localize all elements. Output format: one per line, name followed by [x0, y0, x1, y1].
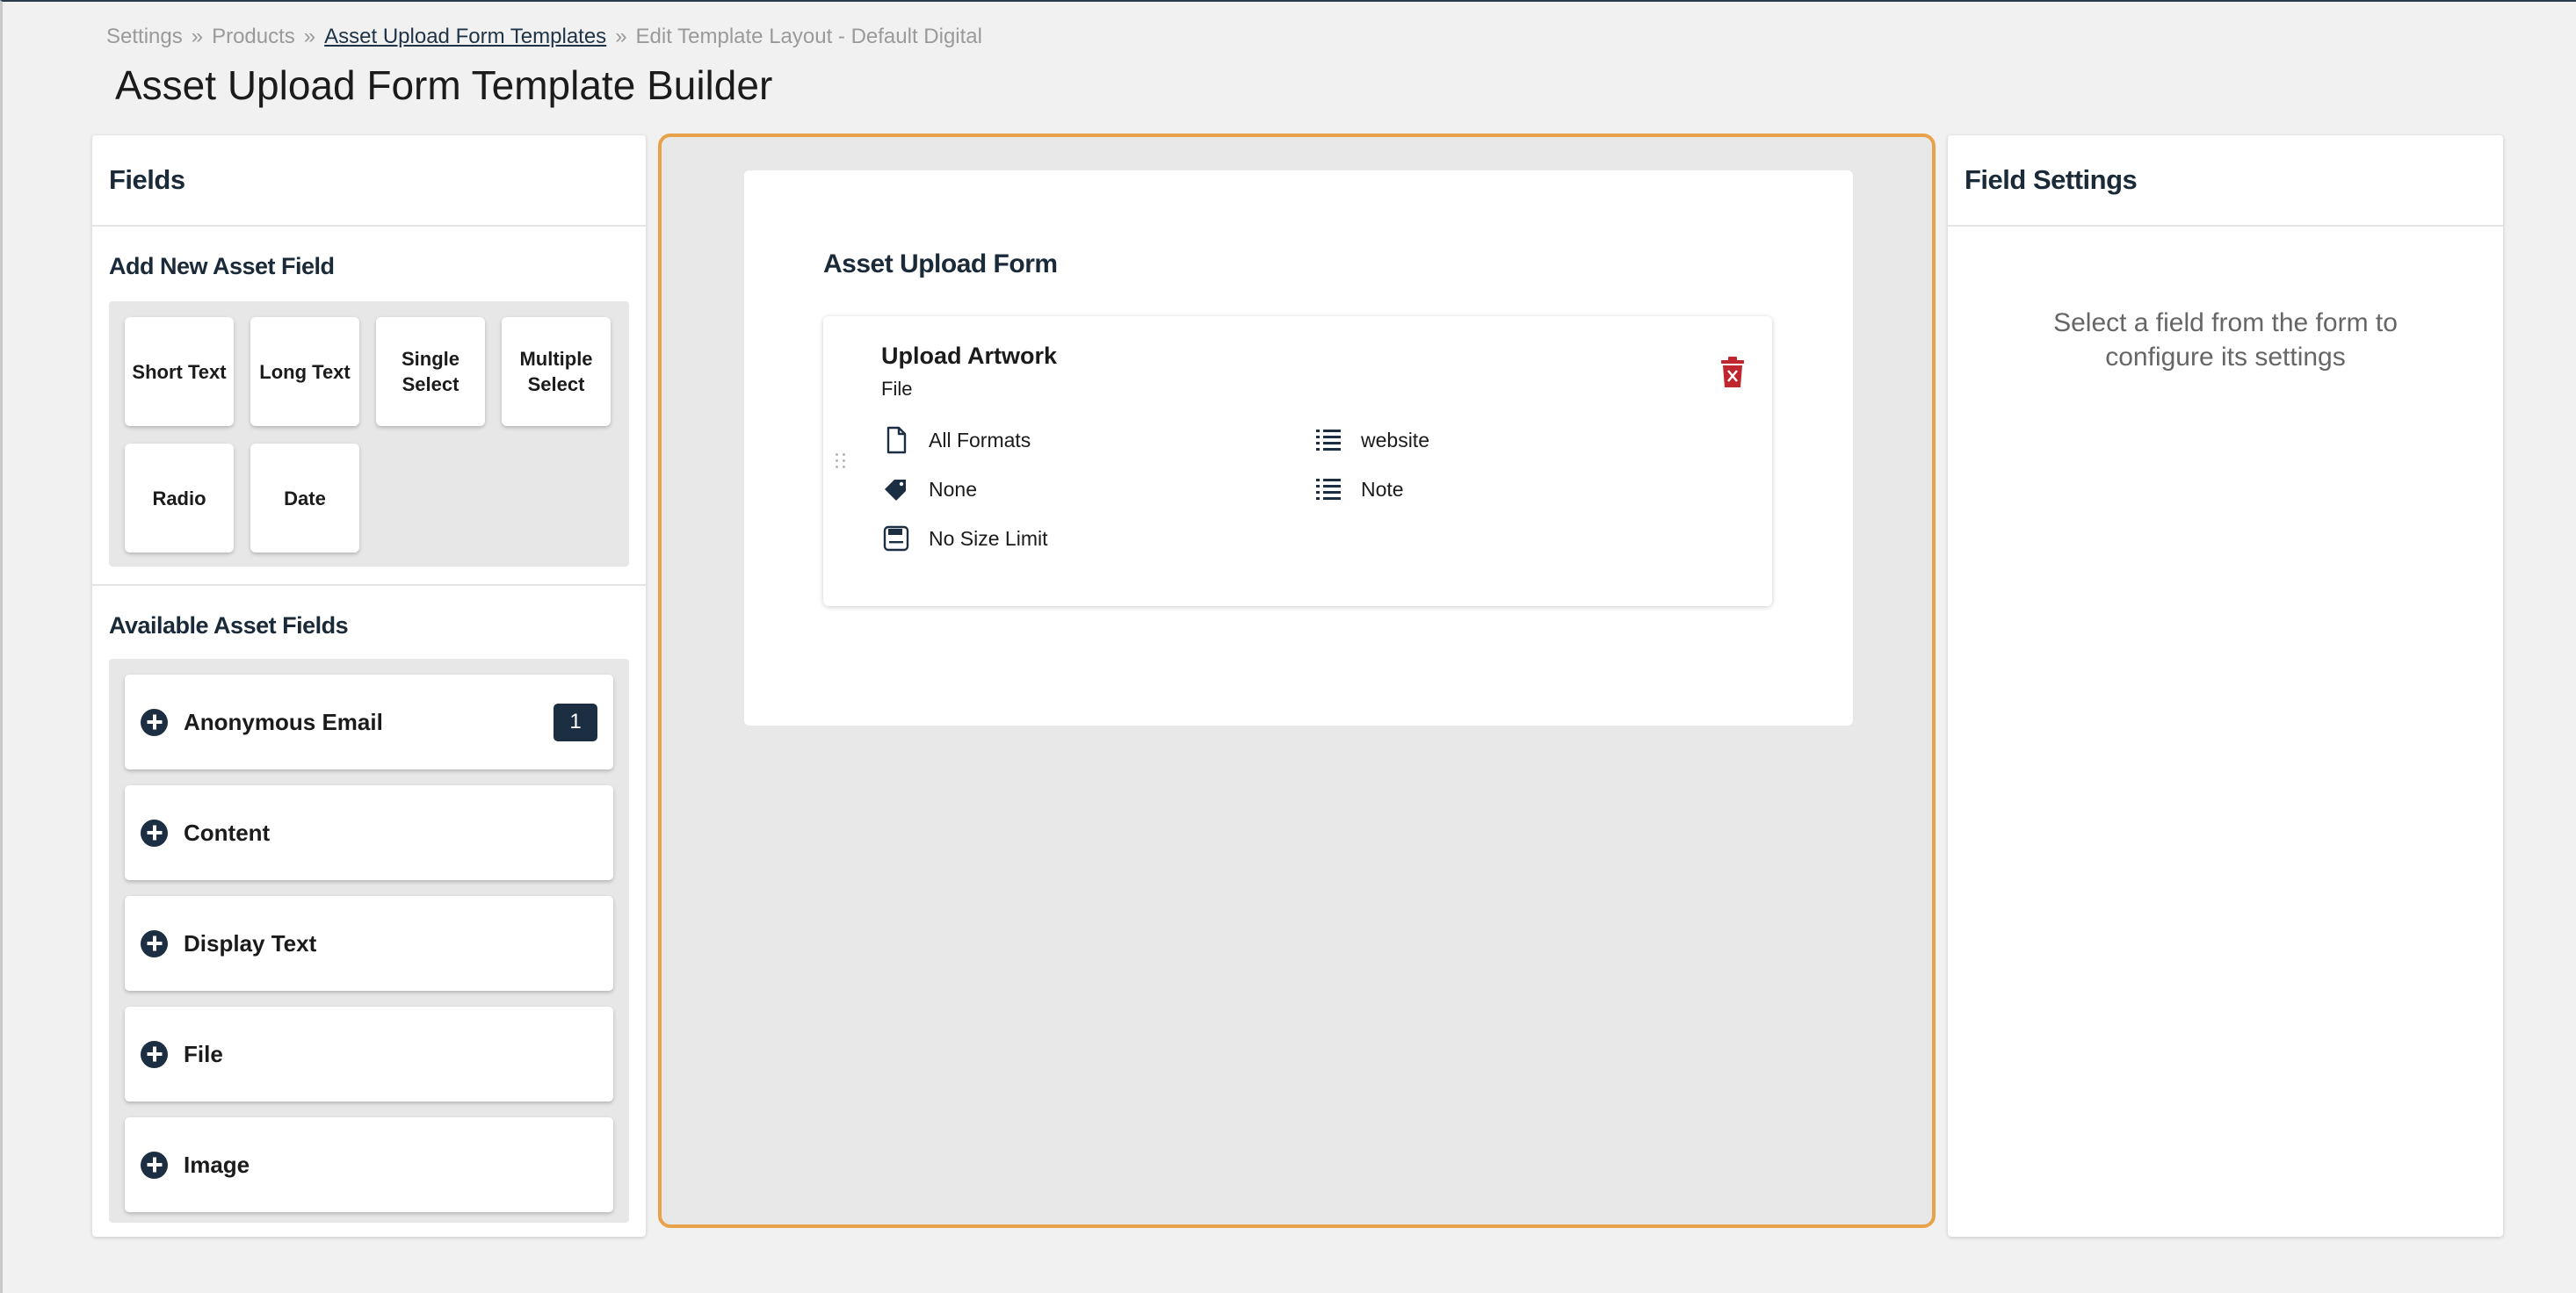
available-fields-list: Anonymous Email 1 Content Display Text F… — [109, 659, 629, 1223]
field-settings-panel: Field Settings Select a field from the f… — [1948, 135, 2503, 1237]
list-value: website — [1361, 428, 1429, 451]
list-value: Note — [1361, 477, 1404, 501]
trash-icon[interactable] — [1719, 357, 1746, 388]
field-type-grid: Short Text Long Text Single Select Multi… — [109, 301, 629, 567]
date-button[interactable]: Date — [250, 444, 359, 553]
form-preview: Asset Upload Form Upload Artwork File Al… — [744, 170, 1853, 726]
list-meta-1: website — [1313, 425, 1429, 455]
add-new-field-title: Add New Asset Field — [109, 253, 335, 279]
radio-button[interactable]: Radio — [125, 444, 234, 553]
breadcrumb-separator: » — [303, 25, 316, 48]
page-title: Asset Upload Form Template Builder — [115, 62, 773, 108]
plus-circle-icon[interactable] — [141, 929, 168, 957]
available-field-label: Anonymous Email — [184, 708, 383, 735]
multiple-select-button[interactable]: Multiple Select — [502, 317, 611, 426]
available-field-display-text[interactable]: Display Text — [125, 896, 613, 991]
available-field-label: Display Text — [184, 929, 317, 957]
empty-settings-message: Select a field from the form to configur… — [2053, 308, 2398, 372]
plus-circle-icon[interactable] — [141, 708, 168, 736]
fields-panel: Fields Add New Asset Field Short Text Lo… — [92, 135, 646, 1237]
breadcrumb-settings[interactable]: Settings — [106, 25, 183, 49]
available-field-label: File — [184, 1040, 223, 1067]
available-field-label: Content — [184, 819, 271, 846]
form-canvas-dropzone[interactable]: Asset Upload Form Upload Artwork File Al… — [658, 134, 1936, 1228]
form-title: Asset Upload Form — [823, 249, 1058, 278]
breadcrumb-current: Edit Template Layout - Default Digital — [635, 25, 982, 48]
list-meta-2: Note — [1313, 474, 1404, 504]
field-tag: None — [929, 477, 977, 501]
available-field-file[interactable]: File — [125, 1007, 613, 1102]
size-limit: No Size Limit — [929, 526, 1048, 550]
plus-circle-icon[interactable] — [141, 819, 168, 847]
allowed-formats: All Formats — [929, 428, 1031, 451]
single-select-button[interactable]: Single Select — [376, 317, 485, 426]
available-field-label: Image — [184, 1151, 250, 1178]
breadcrumb-asset-upload-form-templates[interactable]: Asset Upload Form Templates — [324, 25, 606, 49]
formats-meta: All Formats — [881, 425, 1031, 455]
size-meta: No Size Limit — [881, 524, 1047, 553]
breadcrumb: Settings » Products » Asset Upload Form … — [106, 25, 982, 49]
available-field-content[interactable]: Content — [125, 785, 613, 880]
list-icon — [1316, 479, 1341, 500]
fields-panel-title: Fields — [92, 135, 646, 227]
tag-meta: None — [881, 474, 977, 504]
drag-handle-icon[interactable] — [836, 453, 848, 469]
field-settings-title: Field Settings — [1948, 135, 2503, 227]
breadcrumb-separator: » — [191, 25, 204, 48]
list-icon — [1316, 430, 1341, 451]
usage-count-badge: 1 — [554, 703, 597, 741]
long-text-button[interactable]: Long Text — [250, 317, 359, 426]
available-field-anonymous-email[interactable]: Anonymous Email 1 — [125, 675, 613, 769]
available-fields-title: Available Asset Fields — [109, 612, 349, 639]
field-name: Upload Artwork — [881, 343, 1058, 369]
tag-icon — [885, 480, 906, 501]
save-icon — [883, 525, 909, 552]
plus-circle-icon[interactable] — [141, 1040, 168, 1068]
breadcrumb-separator: » — [615, 25, 627, 48]
field-type: File — [881, 378, 913, 400]
breadcrumb-products[interactable]: Products — [212, 25, 295, 49]
plus-circle-icon[interactable] — [141, 1151, 168, 1179]
divider — [92, 584, 646, 586]
form-field-card[interactable]: Upload Artwork File All Formats None No … — [823, 316, 1772, 606]
available-field-image[interactable]: Image — [125, 1117, 613, 1212]
short-text-button[interactable]: Short Text — [125, 317, 234, 426]
file-icon — [886, 426, 907, 454]
